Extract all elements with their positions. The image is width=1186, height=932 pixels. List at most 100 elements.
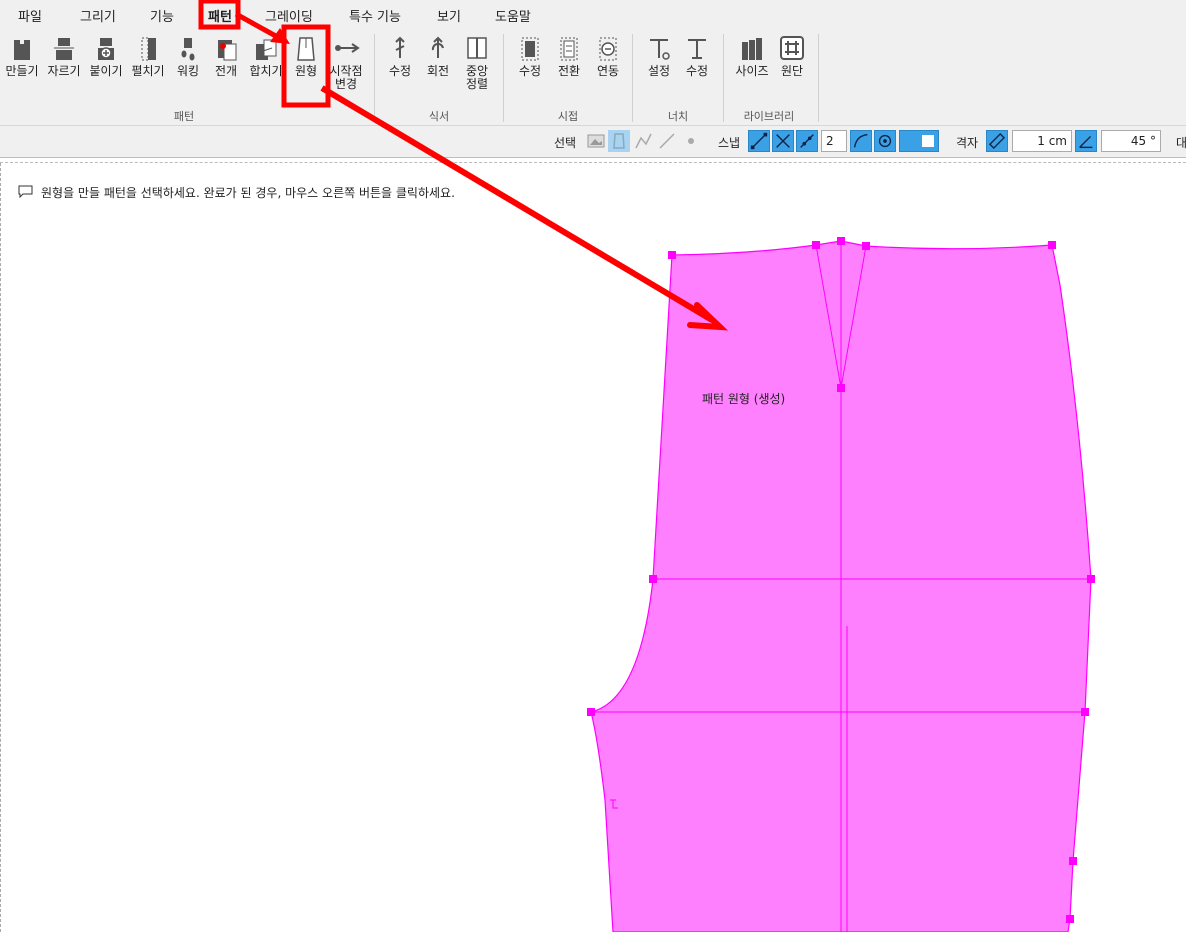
select-label: 선택: [554, 136, 577, 150]
tool-allowance-link-label: 연동: [596, 64, 620, 78]
grid-size-input[interactable]: 1 cm: [1012, 130, 1072, 152]
grain-edit-icon: [395, 36, 405, 58]
tool-fabric-library[interactable]: 원단: [776, 34, 808, 78]
select-image-icon[interactable]: [585, 130, 607, 152]
pattern-prototype-icon: [297, 37, 315, 61]
snap-divide-count[interactable]: 2: [821, 130, 847, 152]
notch-set-icon: [650, 39, 670, 60]
tool-expand-label: 전개: [214, 64, 238, 78]
menu-file[interactable]: 파일: [18, 6, 42, 25]
canvas-top-border: [0, 162, 1186, 163]
menu-view[interactable]: 보기: [437, 6, 461, 25]
allowance-edit-icon: [521, 37, 539, 61]
group-label-grain: 식서: [428, 110, 450, 123]
group-separator: [723, 34, 724, 122]
snap-intersection-icon[interactable]: [772, 130, 794, 152]
snap-toggle-knob: [922, 135, 934, 147]
start-point-icon: [335, 43, 360, 53]
tool-grain-rotate[interactable]: 회전: [422, 34, 454, 78]
tool-size-library[interactable]: 사이즈: [732, 34, 772, 78]
snap-label: 스냅: [718, 136, 741, 150]
snap-center-icon[interactable]: [874, 130, 896, 152]
pattern-expand-icon: [218, 40, 237, 61]
tool-prototype-label: 원형: [294, 64, 318, 78]
tool-start-point-label-2: 변경: [334, 77, 358, 91]
grain-rotate-icon: [431, 36, 444, 58]
angle-input[interactable]: 45 °: [1101, 130, 1161, 152]
group-separator: [374, 34, 375, 122]
pattern-walk-icon: [181, 38, 195, 61]
menu-help[interactable]: 도움말: [495, 6, 531, 25]
tool-grain-align-label: 정렬: [465, 77, 489, 91]
tool-notch-set[interactable]: 설정: [642, 34, 676, 78]
tool-grain-center-align[interactable]: 중앙 정렬: [460, 34, 494, 91]
tool-prototype[interactable]: 원형: [289, 34, 323, 78]
select-line-icon[interactable]: [656, 130, 678, 152]
size-library-icon: [742, 38, 762, 60]
tool-unfold-label: 펼치기: [131, 64, 165, 78]
tool-unfold[interactable]: 펼치기: [128, 34, 168, 78]
snap-curve-icon[interactable]: [850, 130, 872, 152]
group-label-pattern: 패턴: [173, 110, 195, 123]
tool-start-point[interactable]: 시작점 변경: [326, 34, 366, 91]
menu-pattern[interactable]: 패턴: [208, 6, 232, 25]
menu-special-function[interactable]: 특수 기능: [349, 6, 401, 25]
tool-allowance-edit-label: 수정: [518, 64, 542, 78]
tool-notch-edit-label: 수정: [685, 64, 709, 78]
group-separator: [818, 34, 819, 122]
tool-expand[interactable]: 전개: [208, 34, 244, 78]
angle-icon[interactable]: [1075, 130, 1097, 152]
tool-allowance-switch[interactable]: 전환: [551, 34, 587, 78]
select-point-icon[interactable]: [680, 130, 702, 152]
pattern-cut-icon: [54, 38, 74, 60]
tool-merge-label: 합치기: [249, 64, 283, 78]
grain-center-align-icon: [467, 37, 487, 59]
tool-allowance-edit[interactable]: 수정: [512, 34, 548, 78]
tool-grain-rotate-label: 회전: [426, 64, 450, 78]
message-icon: [18, 185, 33, 198]
tool-grain-edit-label: 수정: [388, 64, 412, 78]
pattern-label: 패턴 원형 (생성): [702, 392, 786, 406]
tool-attach-label: 붙이기: [89, 64, 123, 78]
notch-edit-icon: [688, 39, 706, 59]
tool-walk-label: 워킹: [176, 64, 200, 78]
options-bar: 선택 스냅 2 격자 1 cm 45 ° 대: [0, 126, 1186, 158]
group-label-notch: 너치: [667, 110, 689, 123]
group-separator: [632, 34, 633, 122]
menu-bar: 파일 그리기 기능 패턴 그레이딩 특수 기능 보기 도움말: [0, 0, 1186, 30]
tool-allowance-switch-label: 전환: [557, 64, 581, 78]
select-curve-icon[interactable]: [632, 130, 654, 152]
tool-fabric-label: 원단: [780, 64, 804, 78]
tool-allowance-link[interactable]: 연동: [590, 34, 626, 78]
pattern-make-icon: [14, 40, 30, 60]
drawing-canvas[interactable]: [0, 163, 1186, 932]
pattern-unfold-icon: [141, 37, 156, 61]
menu-function[interactable]: 기능: [150, 6, 174, 25]
tool-merge[interactable]: 합치기: [247, 34, 285, 78]
status-hint: 원형을 만들 패턴을 선택하세요. 완료가 된 경우, 마우스 오른쪽 버튼을 …: [41, 186, 455, 200]
canvas-left-border: [0, 163, 1, 932]
allowance-link-icon: [599, 37, 617, 61]
tool-notch-edit[interactable]: 수정: [680, 34, 714, 78]
menu-draw[interactable]: 그리기: [80, 6, 116, 25]
snap-endpoint-icon[interactable]: [748, 130, 770, 152]
select-pattern-icon[interactable]: [608, 130, 630, 152]
group-label-library: 라이브러리: [743, 110, 795, 123]
pattern-merge-icon: [256, 39, 277, 60]
snap-toggle[interactable]: [899, 130, 939, 152]
pattern-attach-icon: [98, 38, 114, 60]
tool-make[interactable]: 만들기: [4, 34, 40, 78]
fabric-grid-icon: [780, 36, 804, 60]
ribbon-toolbar: 만들기 자르기 붙이기 펼치기 워킹 전개 합치기 원형 시작점 변경 패턴 수…: [0, 30, 1186, 126]
options-overflow-label: 대: [1176, 136, 1186, 150]
grid-label: 격자: [956, 136, 979, 150]
tool-cut[interactable]: 자르기: [44, 34, 84, 78]
snap-divide-icon[interactable]: [796, 130, 818, 152]
menu-grading[interactable]: 그레이딩: [265, 6, 313, 25]
ruler-icon[interactable]: [986, 130, 1008, 152]
group-separator: [503, 34, 504, 122]
tool-size-label: 사이즈: [735, 64, 769, 78]
tool-walk[interactable]: 워킹: [171, 34, 205, 78]
tool-grain-edit[interactable]: 수정: [384, 34, 416, 78]
tool-attach[interactable]: 붙이기: [87, 34, 125, 78]
